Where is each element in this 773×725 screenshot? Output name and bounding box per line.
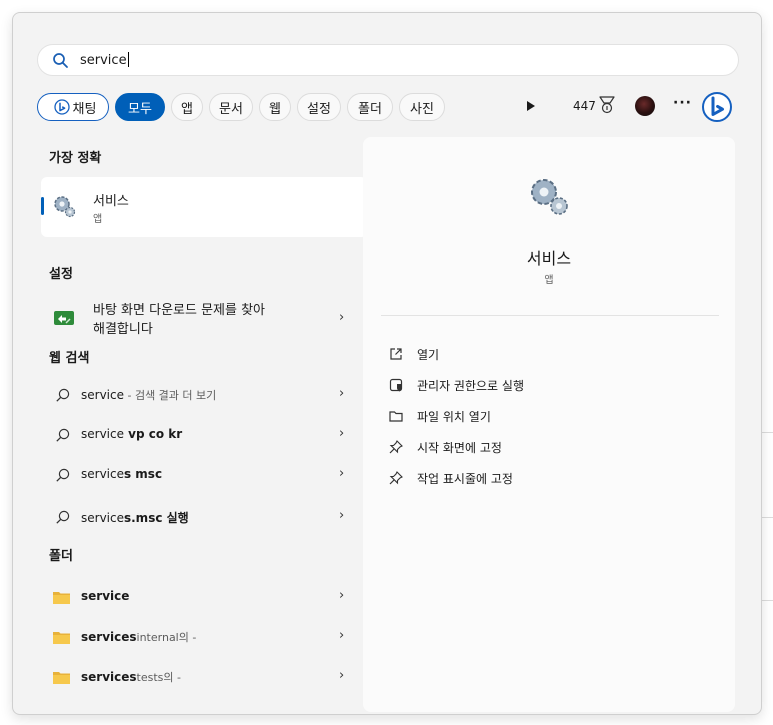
window-frame: service 채팅 모두 앱 문서 웹 설정 폴더 사진 447 ··· 가장… bbox=[0, 0, 773, 725]
divider bbox=[381, 315, 719, 316]
folder-icon bbox=[53, 672, 70, 684]
web-result-row[interactable]: services msc › bbox=[41, 457, 367, 493]
chevron-right-icon: › bbox=[339, 508, 345, 523]
pin-icon bbox=[389, 440, 403, 454]
action-pin-to-start-label: 시작 화면에 고정 bbox=[417, 441, 502, 455]
action-run-as-admin-label: 관리자 권한으로 실행 bbox=[417, 379, 524, 393]
chip-apps[interactable]: 앱 bbox=[171, 93, 203, 121]
avatar[interactable] bbox=[635, 96, 655, 116]
web-result-label: service - 검색 결과 더 보기 bbox=[81, 388, 217, 402]
search-icon bbox=[56, 428, 70, 442]
search-icon bbox=[53, 53, 68, 68]
filter-bar: 채팅 모두 앱 문서 웹 설정 폴더 사진 447 ··· bbox=[37, 91, 739, 123]
chip-web[interactable]: 웹 bbox=[259, 93, 291, 121]
action-pin-to-taskbar[interactable]: 작업 표시줄에 고정 bbox=[389, 467, 709, 491]
chip-folders-label: 폴더 bbox=[358, 101, 382, 117]
best-match-subtitle: 앱 bbox=[93, 214, 103, 225]
bing-icon bbox=[53, 99, 70, 115]
chevron-right-icon: › bbox=[339, 426, 345, 441]
chip-all-label: 모두 bbox=[128, 101, 152, 117]
troubleshoot-label-line1: 바탕 화면 다운로드 문제를 찾아 bbox=[93, 303, 266, 318]
chevron-right-icon: › bbox=[339, 628, 345, 643]
chip-photos-label: 사진 bbox=[410, 101, 434, 117]
web-result-label: services msc bbox=[81, 467, 163, 481]
action-pin-to-taskbar-label: 작업 표시줄에 고정 bbox=[417, 472, 513, 486]
web-result-label: service vp co kr bbox=[81, 427, 183, 441]
action-run-as-admin[interactable]: 관리자 권한으로 실행 bbox=[389, 374, 709, 398]
gear-icon bbox=[54, 196, 76, 218]
settings-item-troubleshoot[interactable]: 바탕 화면 다운로드 문제를 찾아 해결합니다 › bbox=[41, 295, 367, 345]
selection-indicator bbox=[41, 197, 44, 215]
chip-settings[interactable]: 설정 bbox=[297, 93, 341, 121]
settings-heading: 설정 bbox=[49, 267, 73, 282]
search-panel: service 채팅 모두 앱 문서 웹 설정 폴더 사진 447 ··· 가장… bbox=[12, 12, 762, 715]
folder-open-icon bbox=[389, 411, 403, 422]
folder-icon bbox=[53, 632, 70, 644]
search-icon bbox=[56, 468, 70, 482]
action-open-file-location-label: 파일 위치 열기 bbox=[417, 410, 491, 424]
action-open-file-location[interactable]: 파일 위치 열기 bbox=[389, 405, 709, 429]
preview-pane: 서비스 앱 열기 관리자 권한으로 실행 파일 위치 열기 시작 화면에 고정 bbox=[363, 137, 735, 712]
web-result-row[interactable]: service vp co kr › bbox=[41, 417, 367, 453]
folder-row[interactable]: servicesinternal의 - › bbox=[41, 619, 367, 655]
folder-row[interactable]: servicestests의 - › bbox=[41, 659, 367, 695]
more-icon[interactable]: ··· bbox=[673, 95, 692, 111]
action-open[interactable]: 열기 bbox=[389, 343, 709, 367]
troubleshoot-label: 바탕 화면 다운로드 문제를 찾아 해결합니다 bbox=[93, 301, 323, 339]
chevron-right-icon: › bbox=[339, 310, 345, 325]
medal-icon[interactable] bbox=[599, 96, 615, 114]
chip-chat[interactable]: 채팅 bbox=[37, 93, 109, 121]
chip-documents[interactable]: 문서 bbox=[209, 93, 253, 121]
chip-all[interactable]: 모두 bbox=[115, 93, 165, 121]
action-pin-to-start[interactable]: 시작 화면에 고정 bbox=[389, 436, 709, 460]
chip-chat-label: 채팅 bbox=[72, 101, 97, 117]
web-search-heading: 웹 검색 bbox=[49, 351, 90, 366]
pin-icon bbox=[389, 471, 403, 485]
folder-label: servicestests의 - bbox=[81, 670, 181, 684]
troubleshoot-label-line2: 해결합니다 bbox=[93, 322, 153, 337]
gear-icon bbox=[531, 179, 568, 215]
action-open-label: 열기 bbox=[417, 348, 440, 362]
search-input[interactable]: service bbox=[80, 52, 129, 68]
search-box[interactable]: service bbox=[37, 44, 739, 76]
rewards-points[interactable]: 447 bbox=[573, 99, 596, 113]
best-match-heading: 가장 정확 bbox=[49, 151, 102, 166]
play-icon[interactable] bbox=[527, 101, 535, 111]
chevron-right-icon: › bbox=[339, 386, 345, 401]
web-result-row[interactable]: service - 검색 결과 더 보기 › bbox=[41, 377, 367, 413]
web-result-label: services.msc 실행 bbox=[81, 511, 189, 525]
troubleshoot-icon bbox=[54, 311, 74, 325]
open-icon bbox=[390, 348, 402, 360]
best-match-title: 서비스 bbox=[93, 194, 129, 209]
chip-documents-label: 문서 bbox=[219, 101, 243, 117]
chip-photos[interactable]: 사진 bbox=[399, 93, 445, 121]
search-icon bbox=[56, 510, 70, 524]
folder-row[interactable]: service › bbox=[41, 579, 367, 615]
search-icon bbox=[56, 388, 70, 402]
chevron-right-icon: › bbox=[339, 668, 345, 683]
chip-settings-label: 설정 bbox=[307, 101, 331, 117]
folder-label: service bbox=[81, 589, 130, 603]
bing-chat-icon[interactable] bbox=[701, 91, 733, 123]
folders-heading: 폴더 bbox=[49, 549, 73, 564]
chip-web-label: 웹 bbox=[269, 101, 281, 117]
web-result-row[interactable]: services.msc 실행 › bbox=[41, 499, 367, 535]
chevron-right-icon: › bbox=[339, 466, 345, 481]
chip-folders[interactable]: 폴더 bbox=[347, 93, 393, 121]
preview-title: 서비스 bbox=[526, 249, 572, 268]
preview-subtitle: 앱 bbox=[544, 275, 554, 286]
folder-icon bbox=[53, 592, 70, 604]
best-match-item[interactable]: 서비스 앱 bbox=[41, 177, 367, 237]
admin-icon bbox=[389, 378, 403, 392]
folder-label: servicesinternal의 - bbox=[81, 630, 197, 644]
chip-apps-label: 앱 bbox=[181, 101, 193, 117]
chevron-right-icon: › bbox=[339, 588, 345, 603]
